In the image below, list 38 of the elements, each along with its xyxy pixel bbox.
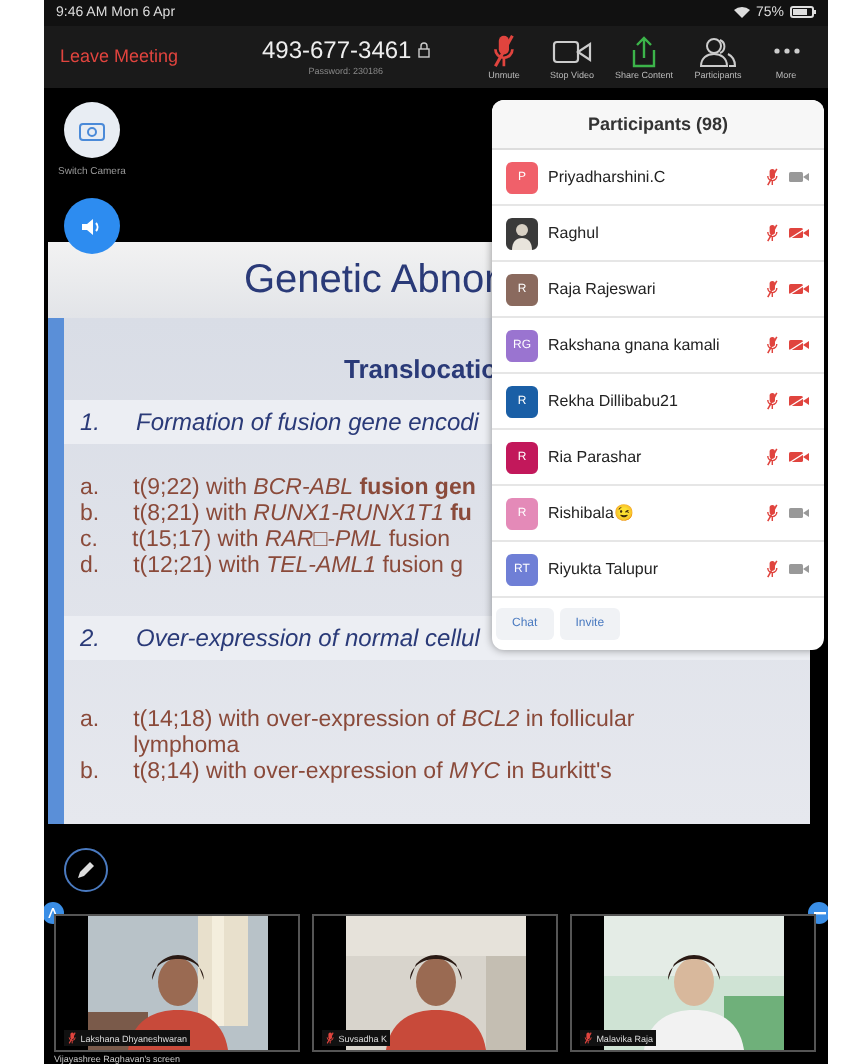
list-letter: a. [80,708,100,736]
list-letter: d. [80,554,100,580]
list-letter: b. [80,760,100,786]
battery-icon [790,6,816,19]
participant-name: Riyukta Talupur [548,560,660,578]
leave-meeting-button[interactable]: Leave Meeting [56,42,220,71]
switch-camera-button[interactable] [63,102,120,158]
participant-name: Raghul [548,224,601,242]
audio-button[interactable] [63,198,120,254]
participant-name: Rekha Dillibabu21 [548,392,680,410]
participant-name: Priyadharshini.C [548,168,668,186]
lock-icon [417,42,430,59]
wifi-icon [733,6,750,19]
slide-title: Genetic Abnor [244,257,498,303]
point-number: 1. [80,408,101,436]
list-letter: c. [80,528,98,554]
annotate-button[interactable] [64,848,108,892]
meeting-id: 493-677-3461 [261,36,412,65]
list-letter: b. [80,502,100,528]
point-text: Formation of fusion gene encodi [136,408,479,436]
speaker-icon [80,215,103,237]
participant-name: Rishibala😉 [548,504,636,522]
participant-row[interactable]: Raghul [492,206,824,262]
participant-name: Ria Parashar [548,448,644,466]
slide-heading: Translocatio [344,354,498,384]
point-text: Over-expression of normal cellul [136,624,480,652]
list-text: t(9;22) with BCR-ABL fusion gen [133,476,476,502]
pencil-icon [76,860,96,880]
participant-name: Raja Rajeswari [548,280,658,298]
list-letter: a. [80,476,100,502]
camera-switch-icon [77,119,106,141]
list-text: t(8;21) with RUNX1-RUNX1T1 fu [133,502,472,528]
list-text: t(12;21) with TEL-AML1 fusion g [133,554,464,580]
list-text: t(15;17) with RAR□-PML fusion [131,528,451,554]
participant-name: Rakshana gnana kamali [548,336,722,354]
point-number: 2. [80,624,101,652]
panel-title: Participants (98) [492,100,824,150]
list-text: t(8;14) with over-expression of MYC in Burkitt's [133,760,614,786]
